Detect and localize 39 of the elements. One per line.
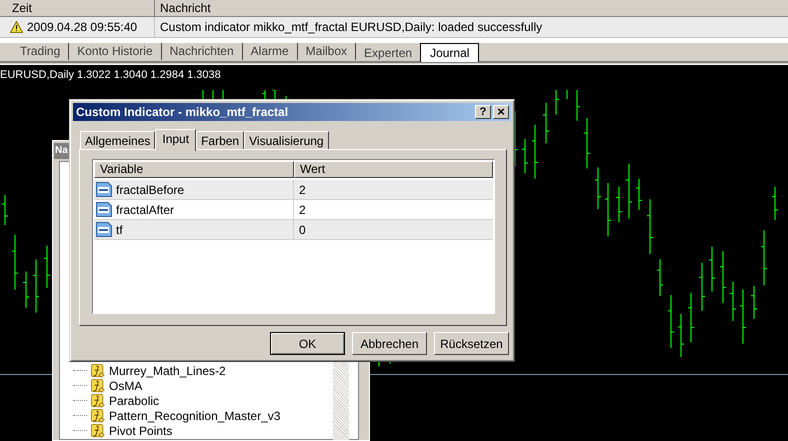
column-header[interactable]: Zeit (0, 0, 155, 16)
indicator-item[interactable]: Murrey_Math_Lines-2 (109, 364, 226, 378)
warning-icon (10, 21, 23, 33)
dialog-button[interactable]: OK (270, 332, 345, 355)
numeric-type-icon (96, 182, 112, 197)
dialog-title: Custom Indicator - mikko_mtf_fractal (76, 104, 288, 120)
dialog-button[interactable]: Abbrechen (352, 332, 427, 355)
tab[interactable]: Journal (420, 43, 480, 62)
chart-label: EURUSD,Daily 1.3022 1.3040 1.2984 1.3038 (0, 68, 222, 82)
help-button[interactable]: ? (475, 105, 491, 119)
tab[interactable]: Nachrichten (162, 43, 243, 60)
close-button[interactable]: × (493, 105, 509, 119)
indicator-item[interactable]: Pivot Points (109, 424, 172, 438)
variable-name: tf (116, 222, 123, 238)
indicator-item[interactable]: OsMA (109, 378, 142, 392)
tab[interactable]: Mailbox (298, 43, 356, 60)
tab[interactable]: Allgemeines (80, 131, 156, 150)
numeric-type-icon (96, 222, 112, 237)
function-icon (91, 364, 105, 378)
tab[interactable]: Trading (12, 43, 70, 60)
tab[interactable]: Input (155, 129, 196, 151)
log-time: 2009.04.28 09:55:40 (27, 19, 138, 36)
column-header[interactable]: Nachricht (155, 0, 788, 16)
column-header[interactable]: Variable (94, 161, 294, 178)
log-message: Custom indicator mikko_mtf_fractal EURUSD,Daily: loaded successfully (159, 19, 544, 36)
tab[interactable]: Experten (356, 44, 420, 61)
variable-value[interactable]: 0 (294, 220, 493, 238)
variable-value[interactable]: 2 (294, 200, 493, 218)
variable-value[interactable]: 2 (294, 180, 493, 198)
variable-name: fractalAfter (116, 202, 174, 218)
variable-name: fractalBefore (116, 182, 184, 198)
indicator-item[interactable]: Pattern_Recognition_Master_v3 (109, 408, 280, 422)
tab[interactable]: Farben (196, 131, 244, 150)
tab[interactable]: Konto Historie (69, 43, 162, 60)
dialog-button[interactable]: Rücksetzen (434, 332, 509, 355)
tab[interactable]: Visualisierung (244, 131, 329, 150)
column-header[interactable]: Wert (294, 161, 493, 178)
indicator-item[interactable]: Parabolic (109, 394, 160, 408)
tab[interactable]: Alarme (242, 43, 298, 60)
